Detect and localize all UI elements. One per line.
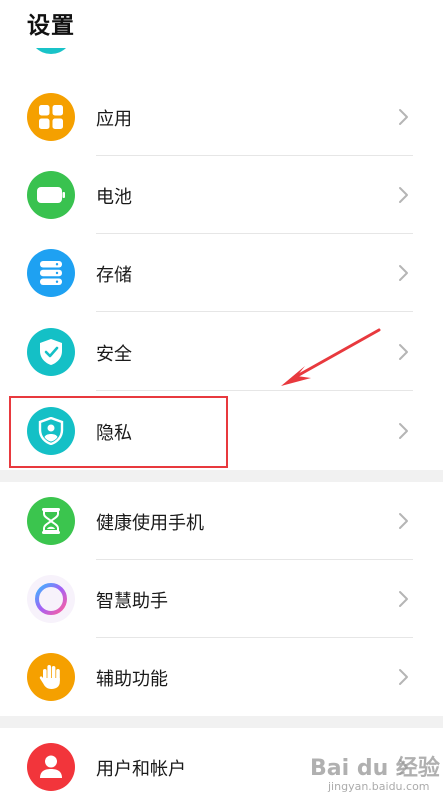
- hourglass-icon: [27, 497, 75, 545]
- settings-item-apps[interactable]: 应用: [0, 78, 443, 156]
- settings-item-label: 智慧助手: [96, 591, 168, 612]
- assistant-ring-icon: [27, 575, 75, 623]
- settings-item-label: 存储: [96, 265, 132, 286]
- privacy-icon: [27, 407, 75, 455]
- chevron-right-icon: [399, 423, 408, 439]
- chevron-right-icon: [399, 109, 408, 125]
- settings-item-digital-balance[interactable]: 健康使用手机: [0, 482, 443, 560]
- settings-item-storage[interactable]: 存储: [0, 234, 443, 312]
- chevron-right-icon: [399, 513, 408, 529]
- security-shield-icon: [27, 328, 75, 376]
- settings-item-label: 健康使用手机: [96, 513, 204, 534]
- watermark: Bai du 经验 jingyan.baidu.com: [300, 748, 440, 800]
- chevron-right-icon: [399, 344, 408, 360]
- chevron-right-icon: [399, 669, 408, 685]
- watermark-url: jingyan.baidu.com: [328, 780, 430, 793]
- header: 设置: [0, 0, 443, 48]
- apps-icon: [27, 93, 75, 141]
- settings-item-label: 辅助功能: [96, 669, 168, 690]
- settings-item-label: 用户和帐户: [96, 759, 186, 780]
- settings-item-privacy[interactable]: 隐私: [0, 392, 443, 470]
- storage-icon: [27, 249, 75, 297]
- chevron-right-icon: [399, 187, 408, 203]
- section-gap: [0, 716, 443, 728]
- section-gap: [0, 470, 443, 482]
- settings-group-2: 健康使用手机 智慧助手 辅助功能: [0, 482, 443, 716]
- settings-item-label: 电池: [96, 187, 132, 208]
- chevron-right-icon: [399, 591, 408, 607]
- page-title: 设置: [27, 13, 75, 39]
- settings-item-accessibility[interactable]: 辅助功能: [0, 638, 443, 716]
- divider: [96, 311, 413, 312]
- watermark-logo-text: Bai du 经验: [310, 756, 440, 781]
- settings-item-label: 安全: [96, 344, 132, 365]
- settings-item-battery[interactable]: 电池: [0, 156, 443, 234]
- annotation-arrow-icon: [281, 328, 381, 386]
- settings-item-smart-assistant[interactable]: 智慧助手: [0, 560, 443, 638]
- battery-icon: [27, 171, 75, 219]
- settings-item-label: 隐私: [96, 423, 132, 444]
- chevron-right-icon: [399, 265, 408, 281]
- hand-icon: [27, 653, 75, 701]
- user-icon: [27, 743, 75, 791]
- settings-group-1: 应用 电池 存储 安全 隐私: [0, 0, 443, 470]
- settings-item-label: 应用: [96, 109, 132, 130]
